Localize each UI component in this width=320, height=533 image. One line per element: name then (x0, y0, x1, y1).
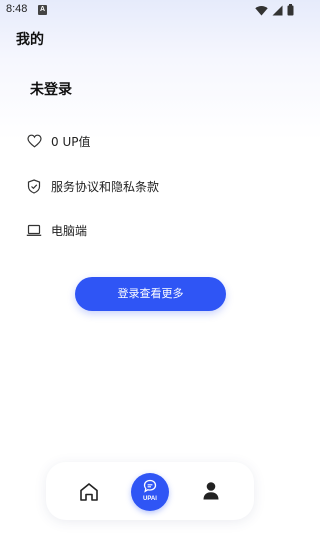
status-bar: 8:48 A (0, 0, 300, 22)
login-button[interactable]: 登录查看更多 (75, 277, 226, 311)
battery-icon (287, 1, 294, 20)
menu-item-label: 电脑端 (51, 223, 88, 238)
laptop-icon (26, 222, 42, 238)
person-icon (203, 482, 219, 500)
page-title: 我的 (16, 32, 44, 48)
login-status-text[interactable]: 未登录 (30, 79, 72, 99)
menu-item-label: 服务协议和隐私条款 (51, 179, 160, 194)
notification-a-icon: A (38, 5, 47, 15)
nav-profile-button[interactable] (202, 481, 220, 501)
signal-icon (272, 1, 283, 20)
notification-letter: A (39, 6, 46, 13)
menu-item-desktop[interactable]: 电脑端 (26, 220, 87, 240)
heart-icon (26, 133, 42, 149)
chat-bubble-icon (143, 479, 157, 493)
bottom-nav: UPAI (46, 462, 254, 520)
shield-check-icon (26, 178, 42, 194)
nav-home-button[interactable] (78, 481, 100, 503)
home-icon (80, 483, 98, 501)
menu-item-service-agreement[interactable]: 服务协议和隐私条款 (26, 176, 159, 196)
wifi-icon (255, 1, 268, 20)
nav-upai-button[interactable]: UPAI (131, 473, 169, 511)
menu-item-up-value[interactable]: 0 UP值 (26, 131, 90, 151)
status-time: 8:48 (6, 3, 28, 15)
menu-item-label: 0 UP值 (51, 134, 91, 149)
nav-upai-label: UPAI (143, 496, 157, 502)
status-icons (255, 3, 294, 16)
